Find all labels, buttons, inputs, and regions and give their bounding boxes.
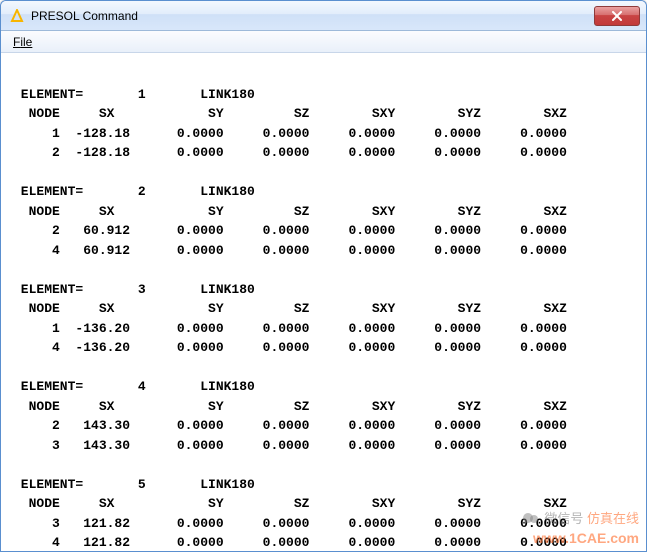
- close-button[interactable]: [594, 6, 640, 26]
- titlebar[interactable]: PRESOL Command: [1, 1, 646, 31]
- menu-file[interactable]: File: [7, 33, 38, 51]
- output-text: ELEMENT= 1 LINK180 NODE SX SY SZ SXY SYZ…: [13, 65, 638, 552]
- app-icon: [9, 8, 25, 24]
- output-area: ELEMENT= 1 LINK180 NODE SX SY SZ SXY SYZ…: [1, 53, 646, 552]
- window-title: PRESOL Command: [31, 9, 594, 23]
- menubar: File: [1, 31, 646, 53]
- command-window: PRESOL Command File ELEMENT= 1 LINK180 N…: [0, 0, 647, 552]
- close-icon: [611, 11, 623, 21]
